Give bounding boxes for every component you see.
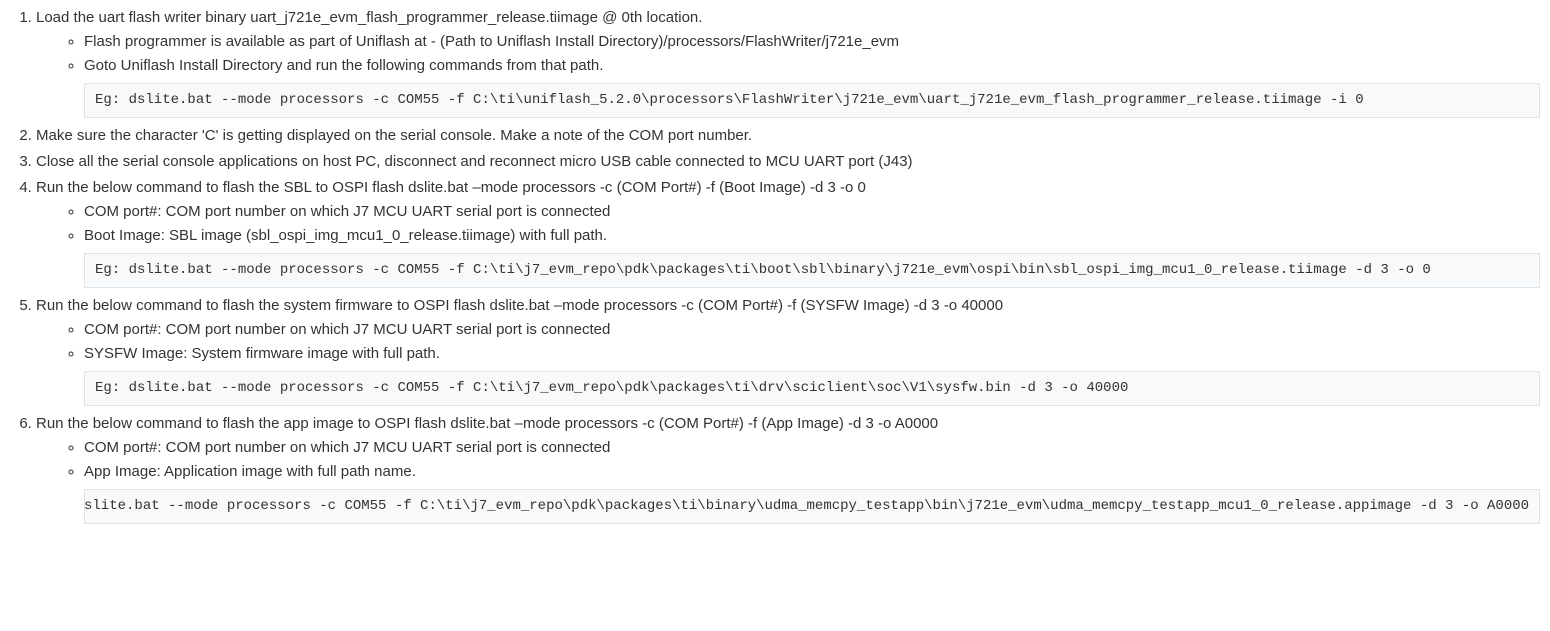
instruction-list: Load the uart flash writer binary uart_j… xyxy=(10,6,1540,524)
step-1-code[interactable]: Eg: dslite.bat --mode processors -c COM5… xyxy=(84,83,1540,118)
step-3: Close all the serial console application… xyxy=(36,150,1540,174)
step-1-text: Load the uart flash writer binary uart_j… xyxy=(36,9,702,26)
step-1-code-wrap: Eg: dslite.bat --mode processors -c COM5… xyxy=(84,83,1540,118)
step-3-text: Close all the serial console application… xyxy=(36,153,913,170)
step-6-text: Run the below command to flash the app i… xyxy=(36,415,938,432)
step-4-sub-1: COM port#: COM port number on which J7 M… xyxy=(84,200,1540,224)
step-5-code-wrap: Eg: dslite.bat --mode processors -c COM5… xyxy=(84,371,1540,406)
step-5: Run the below command to flash the syste… xyxy=(36,294,1540,406)
step-1-sublist: Flash programmer is available as part of… xyxy=(36,30,1540,78)
step-6-sub-1: COM port#: COM port number on which J7 M… xyxy=(84,436,1540,460)
step-1: Load the uart flash writer binary uart_j… xyxy=(36,6,1540,118)
step-6-sublist: COM port#: COM port number on which J7 M… xyxy=(36,436,1540,484)
step-5-sublist: COM port#: COM port number on which J7 M… xyxy=(36,318,1540,366)
step-4-text: Run the below command to flash the SBL t… xyxy=(36,179,866,196)
step-4-code[interactable]: Eg: dslite.bat --mode processors -c COM5… xyxy=(84,253,1540,288)
step-4-sublist: COM port#: COM port number on which J7 M… xyxy=(36,200,1540,248)
step-6: Run the below command to flash the app i… xyxy=(36,412,1540,524)
step-2-text: Make sure the character 'C' is getting d… xyxy=(36,127,752,144)
step-4: Run the below command to flash the SBL t… xyxy=(36,176,1540,288)
step-1-sub-2: Goto Uniflash Install Directory and run … xyxy=(84,54,1540,78)
step-5-text: Run the below command to flash the syste… xyxy=(36,297,1003,314)
step-6-sub-2: App Image: Application image with full p… xyxy=(84,460,1540,484)
step-4-code-wrap: Eg: dslite.bat --mode processors -c COM5… xyxy=(84,253,1540,288)
step-1-sub-1: Flash programmer is available as part of… xyxy=(84,30,1540,54)
step-6-code-wrap: Eg: dslite.bat --mode processors -c COM5… xyxy=(84,489,1540,524)
step-5-code[interactable]: Eg: dslite.bat --mode processors -c COM5… xyxy=(84,371,1540,406)
step-4-sub-2: Boot Image: SBL image (sbl_ospi_img_mcu1… xyxy=(84,224,1540,248)
step-2: Make sure the character 'C' is getting d… xyxy=(36,124,1540,148)
step-6-code[interactable]: Eg: dslite.bat --mode processors -c COM5… xyxy=(84,489,1540,524)
step-5-sub-2: SYSFW Image: System firmware image with … xyxy=(84,342,1540,366)
step-5-sub-1: COM port#: COM port number on which J7 M… xyxy=(84,318,1540,342)
